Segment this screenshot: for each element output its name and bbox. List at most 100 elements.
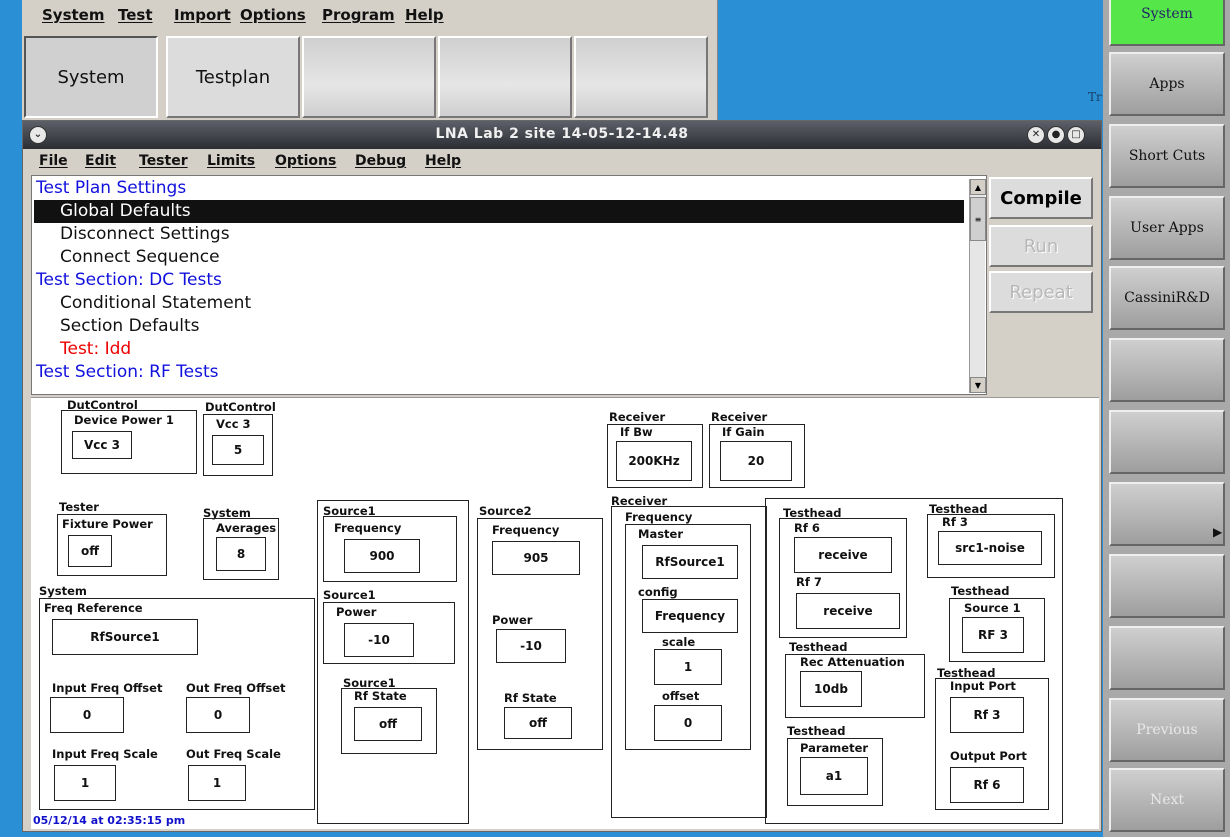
tree-scrollbar[interactable]: ▲ ≡ ▼: [969, 179, 986, 393]
field-label: Device Power 1: [74, 413, 174, 427]
menu-debug[interactable]: Debug: [355, 153, 406, 169]
window-title: LNA Lab 2 site 14-05-12-14.48: [435, 126, 689, 142]
tree-item-dc-tests[interactable]: Test Section: DC Tests: [36, 269, 222, 292]
field-label: Freq Reference: [44, 601, 143, 615]
field-label: Power: [492, 613, 533, 627]
scale-field[interactable]: 1: [654, 649, 722, 685]
compile-button[interactable]: Compile: [989, 177, 1093, 219]
tree-item-conditional-statement[interactable]: Conditional Statement: [60, 292, 251, 315]
tab-empty-3[interactable]: [574, 36, 708, 118]
repeat-button[interactable]: Repeat: [989, 271, 1093, 313]
title-bar[interactable]: ⌄ LNA Lab 2 site 14-05-12-14.48 ✕ ● □: [23, 121, 1101, 149]
tab-empty-1[interactable]: [302, 36, 436, 118]
source2-group: Frequency 905 Power -10 Rf State off: [477, 518, 603, 750]
minimize-icon[interactable]: ●: [1047, 126, 1065, 144]
group-label: Tester: [59, 500, 99, 514]
tree-item-test-plan-settings[interactable]: Test Plan Settings: [36, 177, 186, 200]
scroll-thumb[interactable]: ≡: [970, 197, 986, 241]
sidebar-blank-button-2[interactable]: [1109, 410, 1225, 474]
rf3-field[interactable]: src1-noise: [938, 531, 1042, 565]
source1-frequency-field[interactable]: 900: [344, 539, 420, 573]
fixture-power-field[interactable]: off: [68, 535, 112, 567]
menu-limits[interactable]: Limits: [207, 153, 255, 169]
run-button[interactable]: Run: [989, 225, 1093, 267]
testhead-attenuation-group: Rec Attenuation 10db: [785, 654, 925, 718]
field-label: Out Freq Scale: [186, 747, 281, 761]
menu-file[interactable]: File: [39, 153, 68, 169]
offset-field[interactable]: 0: [654, 705, 722, 741]
menu-help-2[interactable]: Help: [425, 153, 461, 169]
field-label: If Bw: [620, 425, 653, 439]
field-label: Rf 3: [942, 515, 968, 529]
tab-empty-2[interactable]: [438, 36, 572, 118]
group-label: Testhead: [789, 640, 848, 654]
source1-power-field[interactable]: -10: [344, 623, 414, 657]
input-freq-offset-field[interactable]: 0: [50, 697, 124, 733]
menu-tester[interactable]: Tester: [139, 153, 188, 169]
testplan-tree: Test Plan Settings Global Defaults Disco…: [31, 175, 987, 395]
out-freq-offset-field[interactable]: 0: [186, 697, 250, 733]
testhead-source1-field[interactable]: RF 3: [962, 617, 1024, 653]
menu-import[interactable]: Import: [174, 6, 231, 24]
sidebar-system-button[interactable]: System: [1109, 0, 1225, 46]
output-port-field[interactable]: Rf 6: [950, 767, 1024, 803]
if-bw-field[interactable]: 200KHz: [616, 441, 692, 481]
rf7-field[interactable]: receive: [796, 593, 900, 629]
field-label: Averages: [216, 521, 277, 535]
tree-item-global-defaults[interactable]: Global Defaults: [34, 200, 964, 223]
freq-reference-field[interactable]: RfSource1: [52, 619, 198, 655]
sidebar-shortcuts-button[interactable]: Short Cuts: [1109, 124, 1225, 188]
source2-frequency-field[interactable]: 905: [492, 541, 580, 575]
tree-item-connect-sequence[interactable]: Connect Sequence: [60, 246, 220, 269]
maximize-icon[interactable]: □: [1067, 126, 1085, 144]
if-gain-field[interactable]: 20: [720, 441, 792, 481]
input-port-field[interactable]: Rf 3: [950, 697, 1024, 733]
menu-options[interactable]: Options: [240, 6, 306, 24]
sidebar-previous-button[interactable]: Previous: [1109, 698, 1225, 762]
system-freq-group: Freq Reference RfSource1 Input Freq Offs…: [39, 598, 315, 810]
tree-item-rf-tests[interactable]: Test Section: RF Tests: [36, 361, 219, 384]
vcc3-field[interactable]: 5: [212, 435, 264, 465]
device-power-field[interactable]: Vcc 3: [72, 431, 132, 459]
settings-panel: DutControl Device Power 1 Vcc 3 DutContr…: [31, 397, 1099, 829]
sidebar-apps-button[interactable]: Apps: [1109, 52, 1225, 116]
out-freq-scale-field[interactable]: 1: [188, 765, 246, 801]
parameter-field[interactable]: a1: [800, 757, 868, 795]
field-label: Frequency: [625, 510, 693, 524]
tree-item-disconnect-settings[interactable]: Disconnect Settings: [60, 223, 230, 246]
scroll-up-icon[interactable]: ▲: [970, 179, 986, 195]
sidebar-blank-button-1[interactable]: [1109, 338, 1225, 402]
rec-attenuation-field[interactable]: 10db: [800, 671, 862, 707]
sidebar-next-button[interactable]: Next: [1109, 768, 1225, 832]
tab-system[interactable]: System: [24, 36, 158, 118]
source2-power-field[interactable]: -10: [496, 629, 566, 663]
input-freq-scale-field[interactable]: 1: [54, 765, 116, 801]
source2-rfstate-field[interactable]: off: [504, 707, 572, 739]
source1-rfstate-field[interactable]: off: [354, 707, 422, 741]
sidebar-blank-button-5[interactable]: [1109, 626, 1225, 690]
menu-options-2[interactable]: Options: [275, 153, 336, 169]
sidebar-user-apps-button[interactable]: User Apps: [1109, 196, 1225, 260]
menu-help[interactable]: Help: [405, 6, 444, 24]
master-field[interactable]: RfSource1: [642, 545, 738, 579]
close-icon[interactable]: ✕: [1027, 126, 1045, 144]
tree-item-section-defaults[interactable]: Section Defaults: [60, 315, 200, 338]
menu-program[interactable]: Program: [322, 6, 395, 24]
scroll-down-icon[interactable]: ▼: [970, 377, 986, 393]
tree-item-test-idd[interactable]: Test: Idd: [60, 338, 131, 361]
config-field[interactable]: Frequency: [642, 599, 738, 633]
field-label: Rec Attenuation: [800, 655, 905, 669]
averages-field[interactable]: 8: [216, 537, 266, 571]
menu-edit[interactable]: Edit: [85, 153, 116, 169]
rf6-field[interactable]: receive: [794, 537, 892, 573]
sidebar-blank-button-4[interactable]: [1109, 554, 1225, 618]
field-label: Output Port: [950, 749, 1027, 763]
menu-system[interactable]: System: [42, 6, 104, 24]
tab-testplan[interactable]: Testplan: [166, 36, 300, 118]
sidebar-cassini-button[interactable]: CassiniR&D: [1109, 266, 1225, 330]
sidebar-blank-button-3[interactable]: [1109, 482, 1225, 546]
field-label: Master: [638, 527, 684, 541]
testhead-rf3-group: Rf 3 src1-noise: [927, 514, 1055, 578]
field-label: Frequency: [492, 523, 560, 537]
menu-test[interactable]: Test: [118, 6, 153, 24]
